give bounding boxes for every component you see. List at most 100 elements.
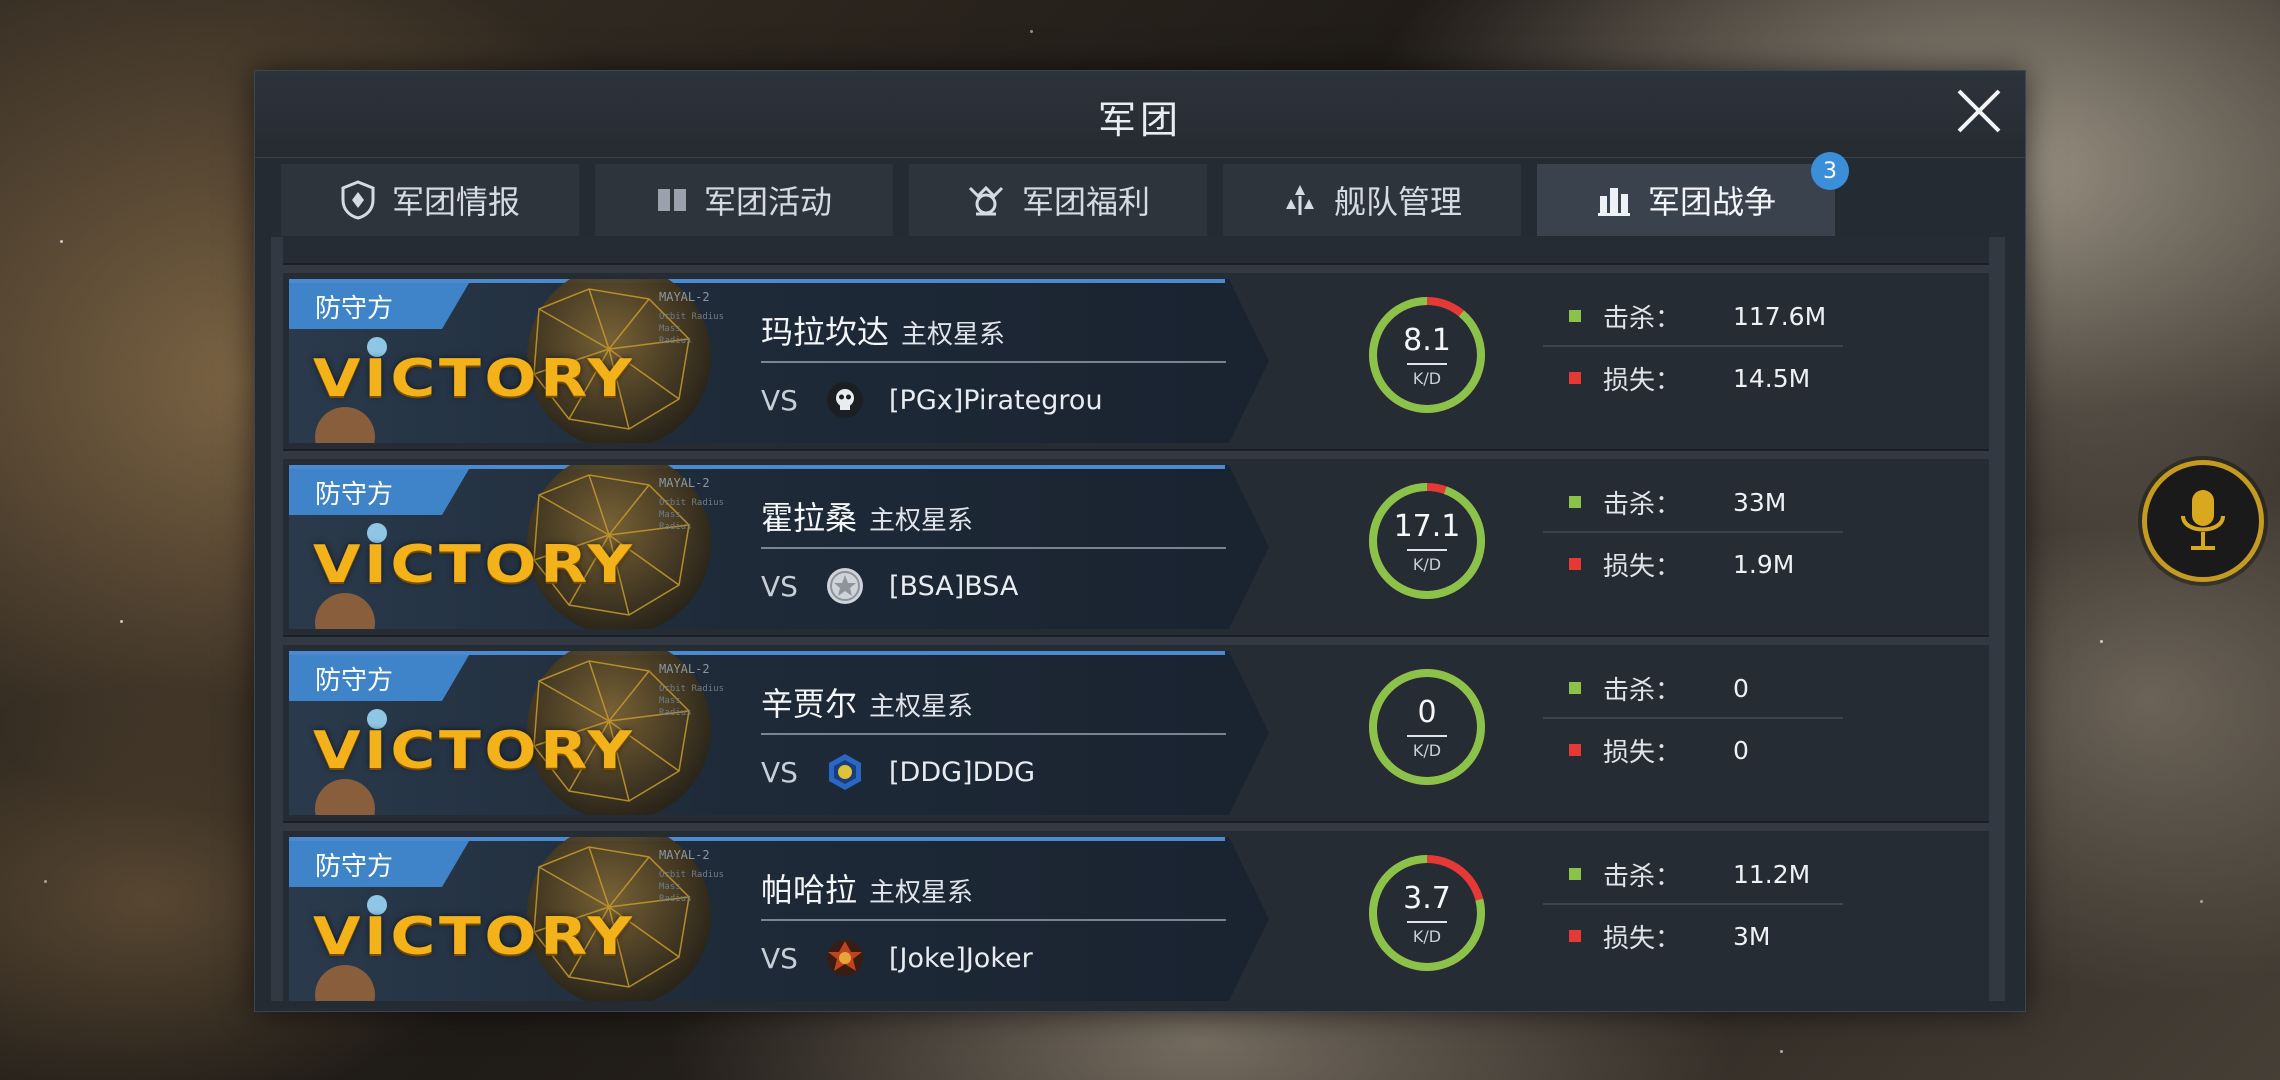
war-record-row[interactable]: MAYAL-2 Orbit Radius Mass Radius 防守方 VIC… bbox=[283, 459, 1989, 637]
system-info: 帕哈拉 主权星系 bbox=[761, 865, 1226, 921]
loss-stat: 损失： 3M bbox=[1543, 907, 1843, 965]
system-info: 霍拉桑 主权星系 bbox=[761, 493, 1226, 549]
tab-legion-activity[interactable]: 军团活动 bbox=[595, 164, 893, 236]
system-type: 主权星系 bbox=[901, 320, 1006, 350]
loss-label: 损失： bbox=[1603, 923, 1682, 954]
loss-marker bbox=[1569, 558, 1581, 570]
opponent-name: [PGx]Pirategrou bbox=[889, 384, 1103, 416]
kd-label: K/D bbox=[1412, 555, 1442, 574]
svg-text:Orbit Radius: Orbit Radius bbox=[659, 312, 724, 322]
war-record-row[interactable]: MAYAL-2 Orbit Radius Mass Radius 防守方 VIC… bbox=[283, 831, 1989, 1001]
system-name: 霍拉桑 bbox=[761, 499, 858, 537]
kd-value: 8.1 bbox=[1403, 323, 1451, 358]
svg-text:Mass: Mass bbox=[659, 324, 681, 334]
tab-label: 军团情报 bbox=[391, 183, 520, 221]
kill-value: 117.6M bbox=[1733, 301, 1827, 331]
kill-value: 33M bbox=[1733, 487, 1787, 517]
kill-value: 11.2M bbox=[1733, 859, 1811, 889]
opponent-name: [Joke]Joker bbox=[889, 942, 1033, 974]
legion-panel: 军团 军团情报 军团活动 军团福利 舰队管理 军团战争 3 MAYAL-2 Or… bbox=[254, 70, 2026, 1012]
kd-divider bbox=[1407, 735, 1447, 737]
book-icon bbox=[657, 189, 686, 211]
kill-stat: 击杀： 117.6M bbox=[1543, 287, 1843, 347]
loss-stat: 损失： 1.9M bbox=[1543, 535, 1843, 593]
close-icon bbox=[1957, 89, 2001, 133]
kill-label: 击杀： bbox=[1603, 489, 1682, 520]
svg-text:MAYAL-2: MAYAL-2 bbox=[659, 662, 710, 676]
war-banner: MAYAL-2 Orbit Radius Mass Radius 防守方 VIC… bbox=[289, 837, 1269, 1001]
victory-label: VICTORY bbox=[313, 721, 636, 781]
tab-fleet-management[interactable]: 舰队管理 bbox=[1223, 164, 1521, 236]
svg-text:MAYAL-2: MAYAL-2 bbox=[659, 848, 710, 862]
notification-badge: 3 bbox=[1811, 152, 1849, 190]
tab-label: 舰队管理 bbox=[1333, 183, 1462, 221]
loss-stat: 损失： 14.5M bbox=[1543, 349, 1843, 407]
panel-title: 军团 bbox=[1097, 98, 1182, 142]
kd-ring: 3.7 K/D bbox=[1365, 851, 1489, 975]
war-banner: MAYAL-2 Orbit Radius Mass Radius 防守方 VIC… bbox=[289, 465, 1269, 629]
kd-value: 0 bbox=[1417, 695, 1437, 730]
kill-label: 击杀： bbox=[1603, 861, 1682, 892]
kd-divider bbox=[1407, 363, 1447, 365]
svg-text:Mass: Mass bbox=[659, 882, 681, 892]
kd-value: 3.7 bbox=[1403, 881, 1451, 916]
svg-text:Radius: Radius bbox=[659, 336, 692, 346]
svg-text:MAYAL-2: MAYAL-2 bbox=[659, 476, 710, 490]
defender-tag: 防守方 bbox=[289, 841, 469, 887]
defender-tag: 防守方 bbox=[289, 469, 469, 515]
kd-ring: 8.1 K/D bbox=[1365, 293, 1489, 417]
kd-ring: 17.1 K/D bbox=[1365, 479, 1489, 603]
joker-logo-icon bbox=[827, 940, 863, 976]
war-banner: MAYAL-2 Orbit Radius Mass Radius 防守方 VIC… bbox=[289, 651, 1269, 815]
svg-text:Radius: Radius bbox=[659, 522, 692, 532]
tab-legion-welfare[interactable]: 军团福利 bbox=[909, 164, 1207, 236]
panel-header: 军团 bbox=[255, 71, 2025, 158]
kill-stat: 击杀： 0 bbox=[1543, 659, 1843, 719]
svg-text:Mass: Mass bbox=[659, 510, 681, 520]
hexagon-logo-icon bbox=[829, 754, 861, 790]
kill-stat: 击杀： 11.2M bbox=[1543, 845, 1843, 905]
defender-tag: 防守方 bbox=[289, 283, 469, 329]
tab-legion-war[interactable]: 军团战争 3 bbox=[1537, 152, 1849, 236]
list-partial-row bbox=[283, 237, 1989, 265]
loss-value: 14.5M bbox=[1733, 363, 1811, 393]
kill-stat: 击杀： 33M bbox=[1543, 473, 1843, 533]
war-record-row[interactable]: MAYAL-2 Orbit Radius Mass Radius 防守方 VIC… bbox=[283, 645, 1989, 823]
system-type: 主权星系 bbox=[869, 506, 974, 536]
tab-label: 军团福利 bbox=[1021, 183, 1150, 221]
war-record-row[interactable]: MAYAL-2 Orbit Radius Mass Radius 防守方 VIC… bbox=[283, 273, 1989, 451]
system-type: 主权星系 bbox=[869, 878, 974, 908]
kd-label: K/D bbox=[1412, 741, 1442, 760]
kill-marker bbox=[1569, 310, 1581, 322]
close-button[interactable] bbox=[1951, 83, 2007, 139]
war-banner: MAYAL-2 Orbit Radius Mass Radius 防守方 VIC… bbox=[289, 279, 1269, 443]
war-list[interactable]: MAYAL-2 Orbit Radius Mass Radius 防守方 VIC… bbox=[271, 237, 2005, 1001]
loss-value: 1.9M bbox=[1733, 549, 1795, 579]
kill-marker bbox=[1569, 868, 1581, 880]
svg-text:Radius: Radius bbox=[659, 708, 692, 718]
opponent-info: VS [PGx]Pirategrou bbox=[761, 375, 1103, 425]
loss-stat: 损失： 0 bbox=[1543, 721, 1843, 779]
gift-icon bbox=[968, 185, 1004, 216]
kd-divider bbox=[1407, 921, 1447, 923]
kill-marker bbox=[1569, 496, 1581, 508]
system-name: 玛拉坎达 bbox=[761, 313, 890, 351]
vs-label: VS bbox=[761, 383, 798, 417]
system-info: 玛拉坎达 主权星系 bbox=[761, 307, 1226, 363]
war-icon bbox=[1597, 188, 1630, 216]
opponent-info: VS [Joke]Joker bbox=[761, 933, 1033, 983]
tab-label: 军团活动 bbox=[703, 183, 832, 221]
opponent-name: [DDG]DDG bbox=[889, 756, 1036, 788]
svg-text:Radius: Radius bbox=[659, 894, 692, 904]
svg-text:Mass: Mass bbox=[659, 696, 681, 706]
defender-tag: 防守方 bbox=[289, 655, 469, 701]
kill-value: 0 bbox=[1733, 673, 1749, 703]
tab-legion-intel[interactable]: 军团情报 bbox=[281, 164, 579, 236]
loss-value: 0 bbox=[1733, 735, 1749, 765]
kill-label: 击杀： bbox=[1603, 675, 1682, 706]
svg-text:MAYAL-2: MAYAL-2 bbox=[659, 290, 710, 304]
victory-label: VICTORY bbox=[313, 535, 636, 595]
skull-logo-icon bbox=[827, 382, 863, 418]
opponent-info: VS [BSA]BSA bbox=[761, 561, 1018, 611]
voice-chat-button[interactable] bbox=[2142, 460, 2264, 582]
